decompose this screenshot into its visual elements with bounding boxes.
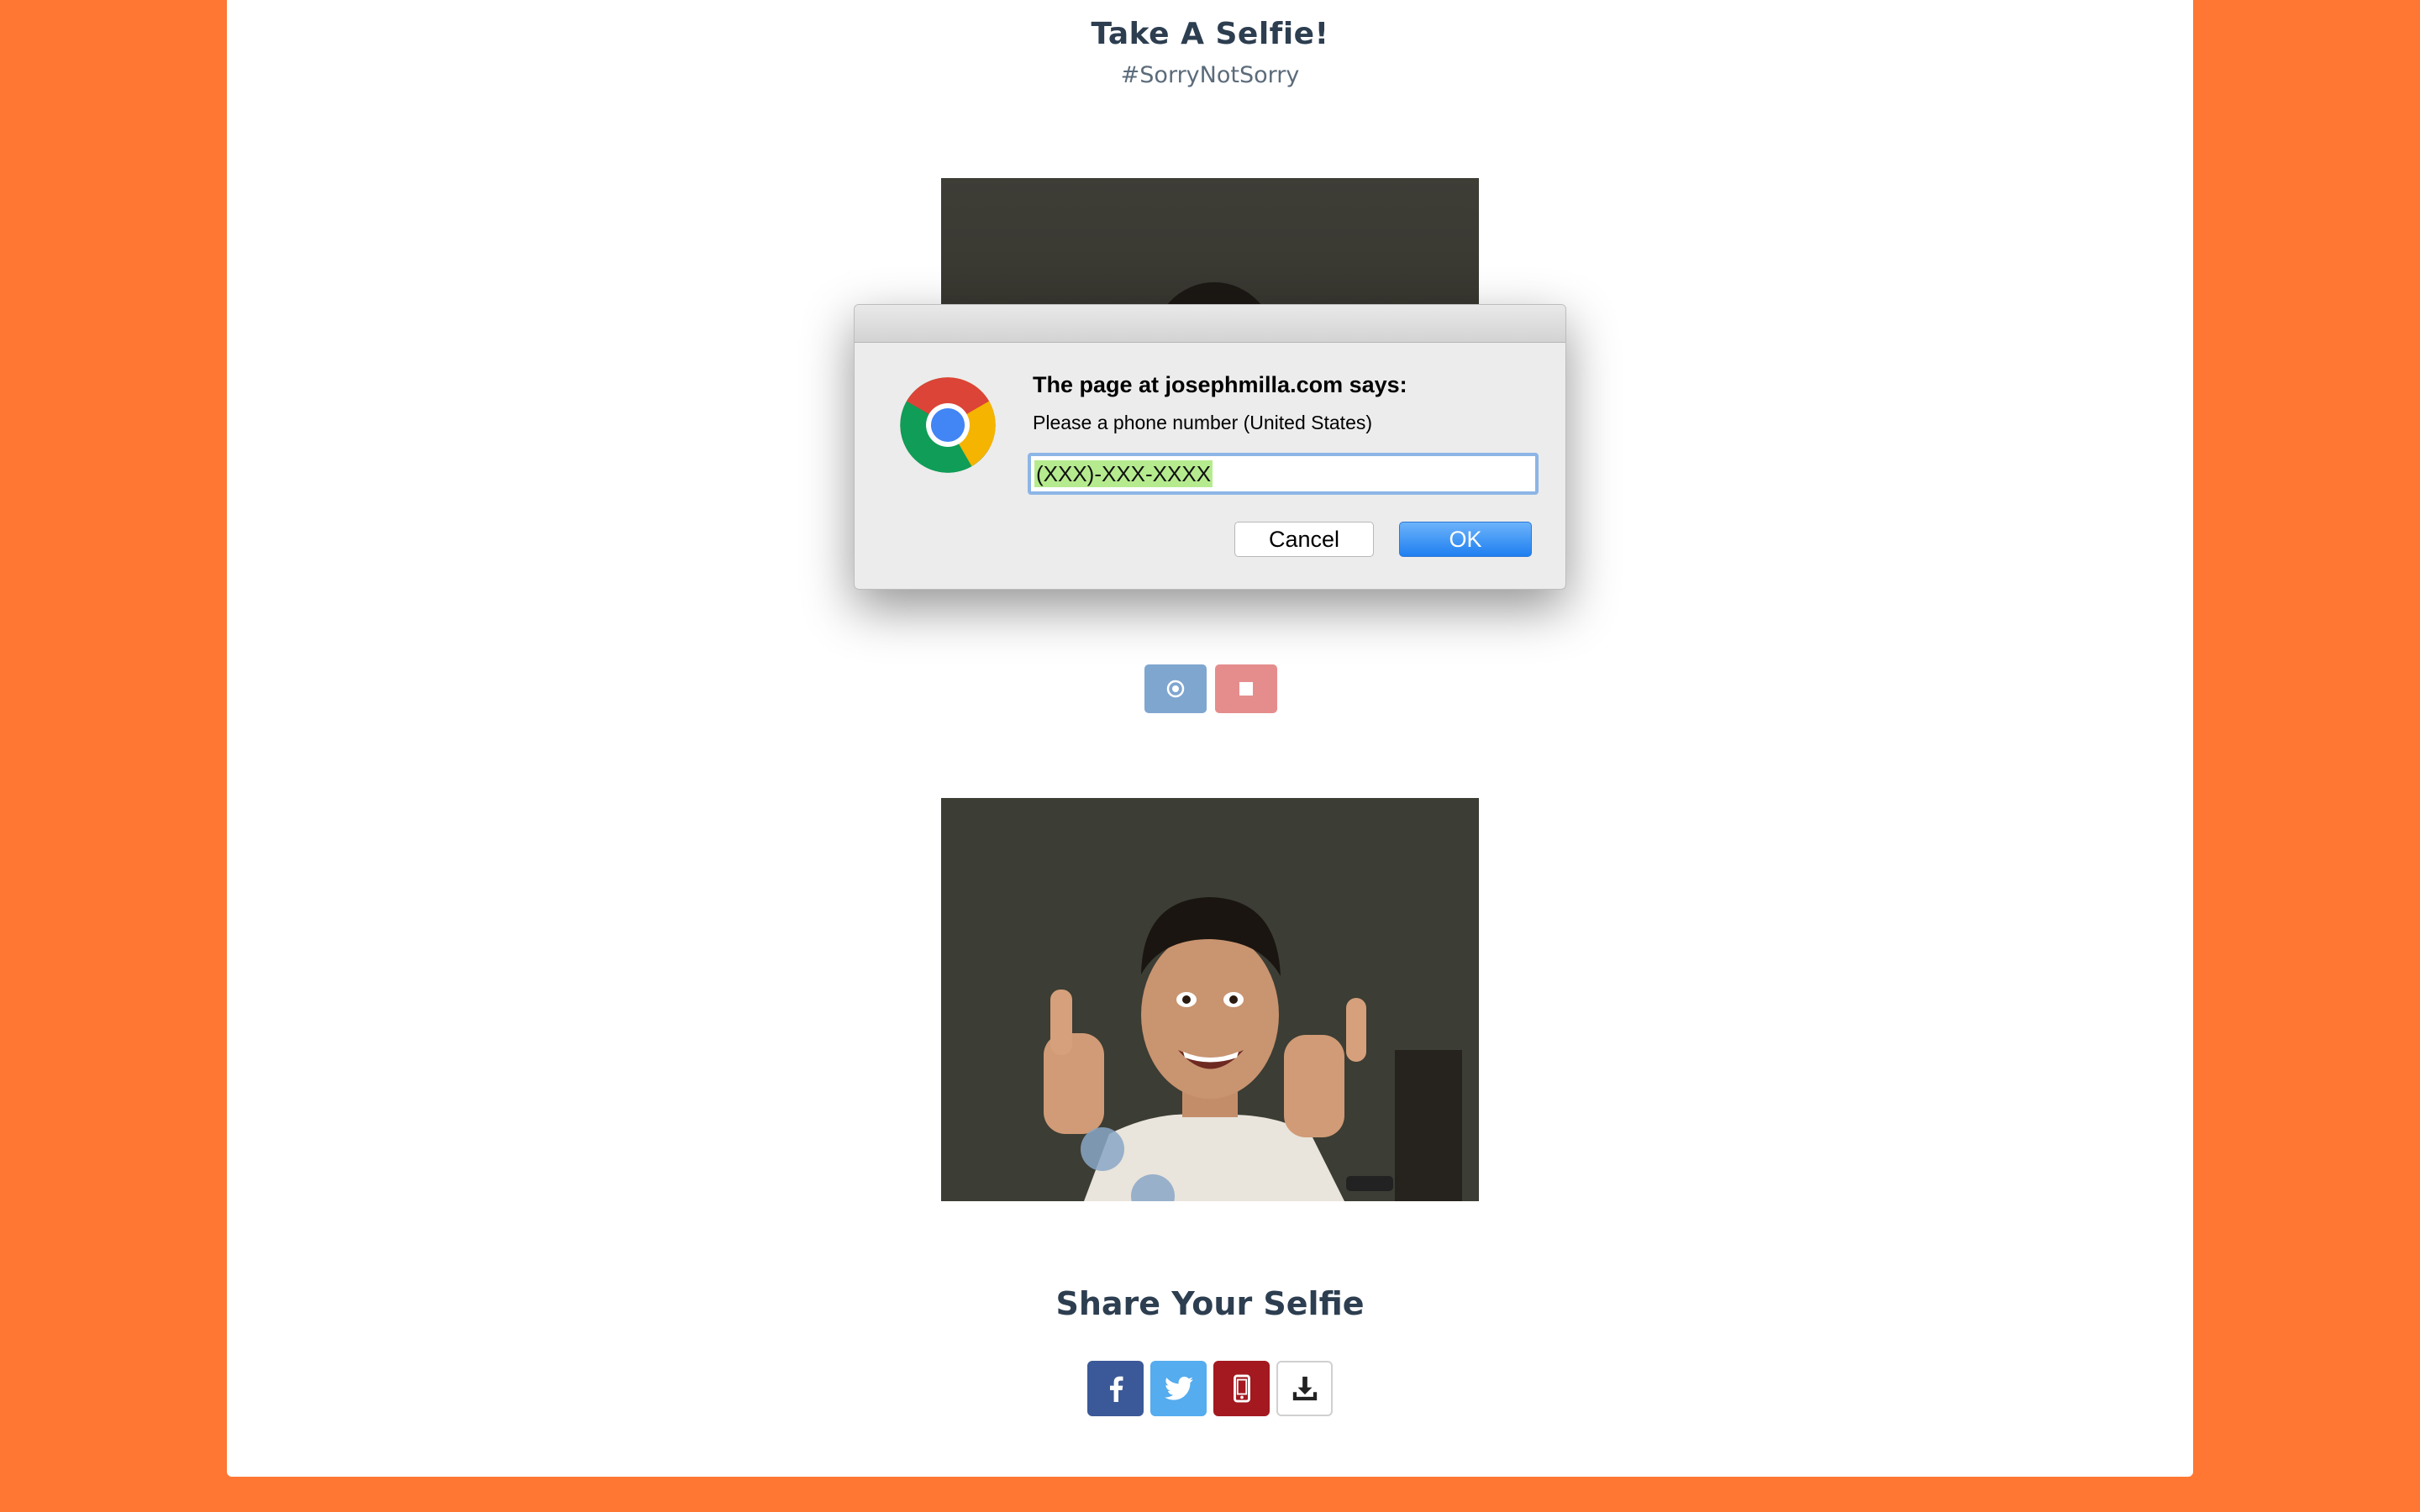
cancel-button[interactable]: Cancel xyxy=(1234,522,1374,557)
phone-number-input[interactable]: (XXX)-XXX-XXXX xyxy=(1028,453,1539,495)
dialog-heading: The page at josephmilla.com says: xyxy=(1033,372,1407,397)
share-buttons xyxy=(1087,1361,1333,1416)
stop-icon xyxy=(1239,682,1253,696)
twitter-icon xyxy=(1164,1376,1193,1400)
download-icon xyxy=(1292,1376,1317,1401)
share-title: Share Your Selfie xyxy=(1055,1285,1365,1322)
twitter-share-button[interactable] xyxy=(1150,1361,1207,1416)
phone-share-button[interactable] xyxy=(1213,1361,1270,1416)
record-icon xyxy=(1166,680,1185,698)
dialog-message: Please a phone number (United States) xyxy=(1033,412,1373,433)
download-button[interactable] xyxy=(1276,1361,1333,1416)
ok-button[interactable]: OK xyxy=(1399,522,1532,557)
chrome-logo-icon xyxy=(900,377,996,473)
dialog-titlebar xyxy=(855,305,1565,343)
content-card: Take A Selfie! #SorryNotSorry Share Your… xyxy=(227,0,2193,1477)
capture-button[interactable] xyxy=(1144,664,1207,713)
capture-controls xyxy=(1144,664,1277,713)
facebook-share-button[interactable] xyxy=(1087,1361,1144,1416)
page-title: Take A Selfie! xyxy=(1091,17,1329,51)
page-subtitle: #SorryNotSorry xyxy=(1120,62,1300,88)
stop-button[interactable] xyxy=(1215,664,1277,713)
mobile-phone-icon xyxy=(1233,1374,1250,1403)
prompt-dialog: The page at josephmilla.com says: Please… xyxy=(854,304,1566,590)
facebook-icon xyxy=(1109,1376,1123,1402)
selfie-photo xyxy=(941,798,1479,1201)
phone-number-input-value: (XXX)-XXX-XXXX xyxy=(1034,460,1213,487)
selfie-snapshot xyxy=(941,798,1479,1201)
